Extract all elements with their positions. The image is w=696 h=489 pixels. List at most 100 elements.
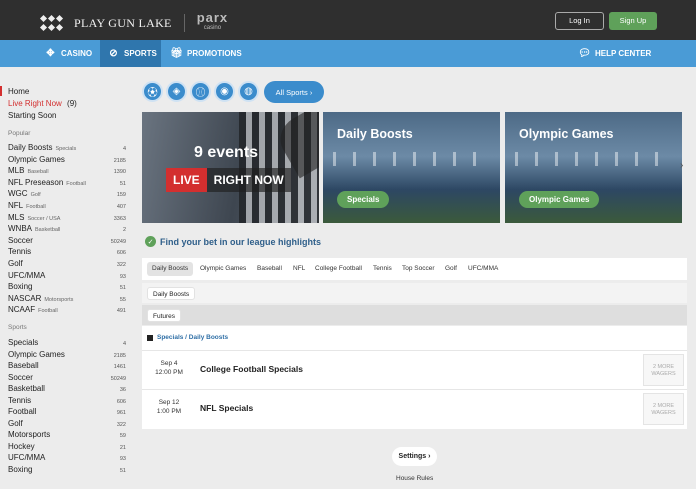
sidebar-league-name: Boxing [8, 465, 32, 474]
top-bar: PLAY GUN LAKE parx casino Log In Sign Up [0, 0, 696, 40]
sidebar-home[interactable]: Home [8, 87, 29, 96]
basketball-icon[interactable]: ◍ [238, 81, 259, 102]
sidebar-active-marker [0, 86, 2, 96]
event-name: College Football Specials [200, 364, 303, 374]
league-count: 55 [119, 296, 126, 303]
sidebar-league-item[interactable]: NFL Football 407 [8, 201, 126, 210]
signup-button[interactable]: Sign Up [609, 12, 657, 30]
more-wagers-button[interactable]: 2 MORE WAGERS [643, 393, 684, 425]
sidebar-league-item[interactable]: Tennis 606 [8, 396, 126, 405]
event-row[interactable]: Sep 12 1:00 PM NFL Specials 2 MORE WAGER… [142, 389, 687, 427]
football-icon[interactable]: ◈ [166, 81, 187, 102]
league-count: 407 [116, 204, 126, 210]
league-sport-label: Football [38, 308, 58, 315]
tab-daily-boosts[interactable]: Daily Boosts [147, 262, 194, 276]
sidebar-league-item[interactable]: Basketball 36 [8, 384, 126, 393]
sidebar-league-item[interactable]: Football 961 [8, 407, 126, 416]
tab-top-soccer[interactable]: Top Soccer [402, 262, 435, 276]
league-count: 50249 [110, 375, 126, 382]
subfilter-futures[interactable]: Futures [147, 309, 182, 322]
event-time: 1:00 PM [156, 407, 182, 415]
olympic-games-title: Olympic Games [519, 127, 614, 141]
sidebar-league-item[interactable]: Soccer 50249 [8, 236, 126, 245]
sidebar-league-item[interactable]: NCAAF Football 491 [8, 305, 126, 314]
sidebar-league-item[interactable]: Hockey 21 [8, 442, 126, 451]
sidebar-league-item[interactable]: Golf 322 [8, 419, 126, 428]
olympic-games-button[interactable]: Olympic Games [519, 191, 600, 208]
settings-button[interactable]: Settings › [392, 447, 437, 466]
sidebar-league-name: Basketball [8, 384, 45, 393]
nav-promotions-label: PROMOTIONS [187, 49, 242, 58]
carousel-next-icon[interactable]: › [680, 160, 683, 171]
specials-button[interactable]: Specials [337, 191, 390, 208]
sidebar-starting-soon[interactable]: Starting Soon [8, 111, 56, 120]
more-wagers-button[interactable]: 2 MORE WAGERS [643, 354, 684, 386]
sidebar-league-name: UFC/MMA [8, 271, 45, 280]
league-name-text: Boxing [8, 282, 33, 292]
house-rules-link[interactable]: House Rules [396, 475, 433, 482]
sidebar-league-item[interactable]: UFC/MMA 93 [8, 453, 126, 462]
sidebar-live-right-now[interactable]: Live Right Now (9) [8, 99, 77, 108]
sidebar-league-item[interactable]: NFL Preseason Football 51 [8, 178, 126, 187]
all-sports-button[interactable]: All Sports › [264, 81, 324, 103]
sidebar-live-count: (9) [67, 99, 77, 108]
sidebar-league-item[interactable]: NASCAR Motorsports 55 [8, 294, 126, 303]
sidebar-league-item[interactable]: Olympic Games 2185 [8, 155, 126, 164]
sidebar-league-item[interactable]: MLS Soccer / USA 3363 [8, 213, 126, 222]
right-now-tag: RIGHT NOW [206, 168, 291, 192]
nav-casino[interactable]: ✥ CASINO [44, 40, 92, 67]
league-name-text: Motorsports [8, 430, 51, 439]
league-count: 3363 [113, 215, 126, 222]
brand-logo[interactable]: PLAY GUN LAKE parx casino [39, 11, 228, 34]
nav-help-center[interactable]: 💬︎ HELP CENTER [578, 40, 651, 67]
soccer-icon[interactable]: ◉ [214, 81, 235, 102]
event-row[interactable]: Sep 4 12:00 PM College Football Specials… [142, 350, 687, 388]
check-circle-icon: ✓ [145, 236, 156, 247]
daily-boosts-title: Daily Boosts [337, 127, 413, 141]
sidebar-league-item[interactable]: Daily Boosts Specials 4 [8, 143, 126, 152]
sidebar-league-item[interactable]: Boxing 51 [8, 465, 126, 474]
league-count: 51 [119, 180, 126, 187]
login-button[interactable]: Log In [555, 12, 604, 30]
tab-olympic-games[interactable]: Olympic Games [200, 262, 246, 276]
league-name-text: WGC [8, 189, 28, 199]
tab-golf[interactable]: Golf [445, 262, 457, 276]
sidebar-league-item[interactable]: Olympic Games 2185 [8, 350, 126, 359]
sidebar-league-item[interactable]: Golf 322 [8, 259, 126, 268]
sidebar-league-name: WGC Golf [8, 189, 41, 198]
tab-tennis[interactable]: Tennis [373, 262, 392, 276]
tab-ufc-mma[interactable]: UFC/MMA [468, 262, 498, 276]
soccer-ball-icon[interactable]: ⚽︎ [142, 81, 163, 102]
daily-boosts-banner[interactable]: Daily Boosts Specials [323, 112, 500, 223]
league-name-text: Boxing [8, 464, 33, 474]
sidebar-league-item[interactable]: MLB Baseball 1390 [8, 166, 126, 175]
league-name-text: UFC/MMA [8, 453, 46, 462]
tab-baseball[interactable]: Baseball [257, 262, 282, 276]
league-sport-label: Soccer / USA [27, 215, 61, 222]
baseball-icon[interactable]: ⚾︎ [190, 81, 211, 102]
olympic-games-banner[interactable]: Olympic Games Olympic Games [505, 112, 682, 223]
sidebar-league-item[interactable]: Boxing 51 [8, 282, 126, 291]
sidebar-league-name: NFL Preseason Football [8, 178, 86, 187]
sidebar-league-name: Baseball [8, 361, 39, 370]
sidebar-league-name: NFL Football [8, 201, 46, 210]
event-time: 12:00 PM [155, 368, 183, 376]
live-banner[interactable]: 9 events LIVE RIGHT NOW [142, 112, 319, 223]
sidebar-league-item[interactable]: WNBA Basketball 2 [8, 224, 126, 233]
tab-college-football[interactable]: College Football [315, 262, 362, 276]
sidebar-league-item[interactable]: UFC/MMA 93 [8, 271, 126, 280]
nav-promotions[interactable]: 🎁︎ PROMOTIONS [170, 40, 242, 67]
sidebar-league-item[interactable]: Soccer 50249 [8, 373, 126, 382]
tab-nfl[interactable]: NFL [293, 262, 305, 276]
sidebar-league-item[interactable]: Specials 4 [8, 338, 126, 347]
sidebar-league-item[interactable]: Tennis 606 [8, 247, 126, 256]
sidebar-league-item[interactable]: Baseball 1461 [8, 361, 126, 370]
breadcrumb[interactable]: Specials / Daily Boosts [147, 334, 228, 341]
nav-sports[interactable]: ⊘ SPORTS [100, 40, 161, 67]
sidebar-league-item[interactable]: WGC Golf 159 [8, 189, 126, 198]
sidebar-league-name: Soccer [8, 373, 33, 382]
sidebar-league-item[interactable]: Motorsports 59 [8, 430, 126, 439]
live-right-now-label: LIVE RIGHT NOW [166, 168, 291, 192]
subfilter-daily-boosts[interactable]: Daily Boosts [147, 287, 196, 300]
league-name-text: Tennis [8, 247, 32, 257]
